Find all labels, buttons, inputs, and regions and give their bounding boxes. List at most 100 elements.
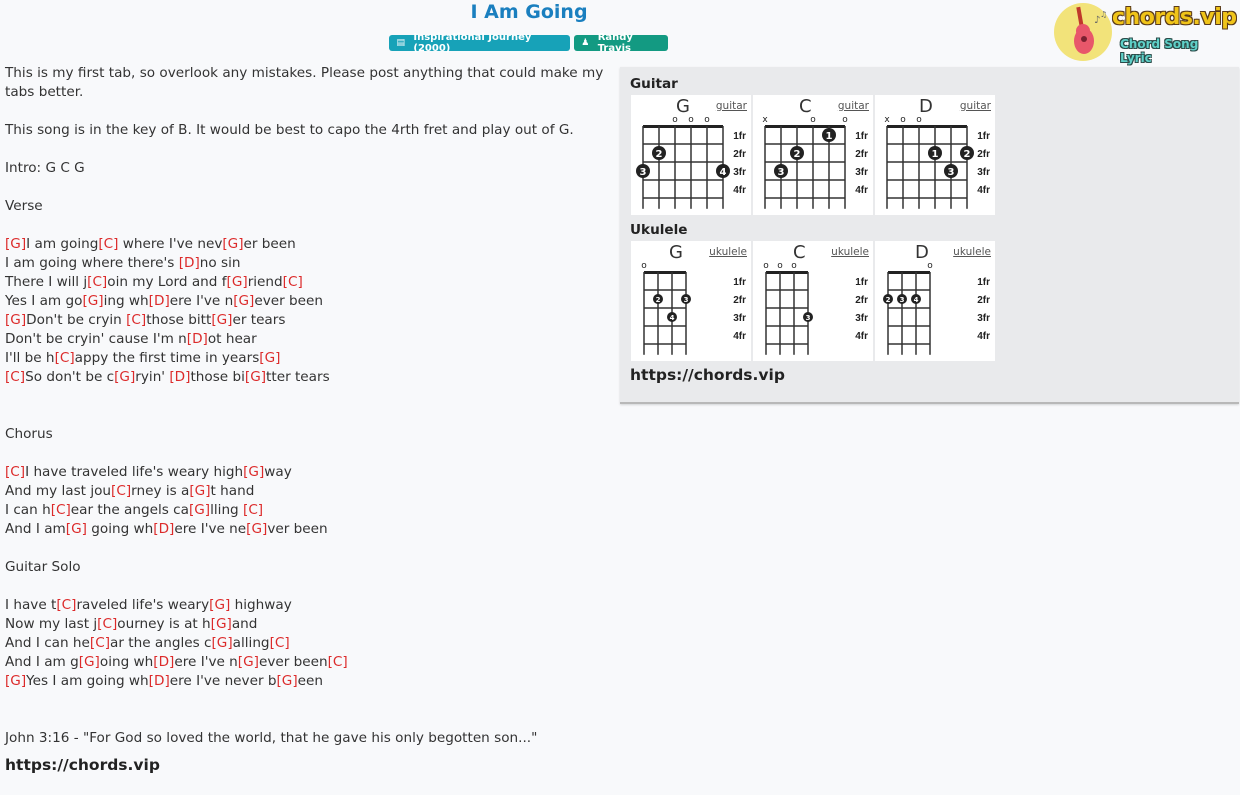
nut	[765, 125, 845, 128]
chord-marker[interactable]: [G]	[277, 673, 298, 689]
chord-marker[interactable]: [D]	[179, 255, 200, 271]
lyric-text: er tears	[232, 312, 286, 328]
ukulele-link[interactable]: ukulele	[709, 246, 747, 258]
chord-diagram: o o o23 41fr2fr3fr4fr	[636, 115, 746, 209]
lyric-line: And I am[G] going wh[D]ere I've ne[G]ver…	[5, 520, 605, 539]
chord-marker[interactable]: [G]	[82, 293, 103, 309]
open-string-marker: o	[842, 115, 848, 125]
chord-marker[interactable]: [G]	[233, 293, 254, 309]
chord-marker[interactable]: [G]	[243, 464, 264, 480]
fret-label: 1fr	[977, 131, 990, 142]
chord-marker[interactable]: [G]	[212, 635, 233, 651]
chord-marker[interactable]: [C]	[55, 350, 75, 366]
guitar-chord-card[interactable]: x o o 1 2 3 1fr 2fr 3fr 4fr Dguitar	[875, 95, 995, 215]
guitar-chord-card[interactable]: o o o 2 3 4 1fr 2fr 3fr 4fr Gguitar	[631, 95, 751, 215]
chord-marker[interactable]: [C]	[87, 274, 107, 290]
chord-marker[interactable]: [G]	[211, 616, 232, 632]
fret-label: 3fr	[733, 313, 746, 324]
chord-marker[interactable]: [G]	[245, 369, 266, 385]
lyric-line: [G]Yes I am going wh[D]ere I've never b[…	[5, 672, 605, 691]
chord-marker[interactable]: [C]	[111, 483, 131, 499]
chord-marker[interactable]: [C]	[283, 274, 303, 290]
lyrics-body: This is my first tab, so overlook any mi…	[5, 64, 605, 775]
ukulele-chord-card[interactable]: o o o 3 1fr 2fr 3fr 4fr Cukulele	[753, 241, 873, 361]
logo-circle: ♪ ♫	[1054, 3, 1112, 61]
ukulele-link[interactable]: ukulele	[953, 246, 991, 258]
lyric-text: ar the angles c	[110, 635, 212, 651]
fret-label: 1fr	[855, 131, 868, 142]
finger-number: 4	[720, 167, 727, 178]
chord-marker[interactable]: [C]	[270, 635, 290, 651]
fret-label: 1fr	[733, 277, 746, 288]
chord-marker[interactable]: [C]	[243, 502, 263, 518]
chord-marker[interactable]: [D]	[153, 521, 174, 537]
chord-diagrams-panel: Guitar o o o 2 3 4 1fr 2fr 3fr 4fr Gguitar x o o 1 2 3 1f…	[620, 67, 1239, 404]
ukulele-chord-card[interactable]: o 2 3 4 1fr 2fr 3fr 4fr Gukulele	[631, 241, 751, 361]
chord-marker[interactable]: [C]	[126, 312, 146, 328]
book-icon: ▤	[396, 38, 405, 48]
chord-marker[interactable]: [G]	[5, 673, 26, 689]
song-title: I Am Going	[470, 1, 588, 23]
chord-marker[interactable]: [D]	[169, 369, 190, 385]
chord-marker[interactable]: [D]	[187, 331, 208, 347]
chord-marker[interactable]: [G]	[5, 236, 26, 252]
album-badge[interactable]: ▤ Inspirational Journey (2000)	[389, 32, 570, 54]
lyric-text: There I will j	[5, 274, 88, 290]
fret-label: 3fr	[855, 313, 868, 324]
logo-tagline: Chord Song Lyric	[1120, 37, 1199, 65]
chord-marker[interactable]: [G]	[114, 369, 135, 385]
chord-marker[interactable]: [C]	[51, 502, 71, 518]
site-logo[interactable]: ♪ ♫ chords.vip Chord Song Lyric	[1054, 3, 1237, 65]
ukulele-link[interactable]: ukulele	[831, 246, 869, 258]
chord-marker[interactable]: [G]	[222, 236, 243, 252]
chord-marker[interactable]: [C]	[5, 464, 25, 480]
chord-marker[interactable]: [G]	[211, 312, 232, 328]
guitar-link[interactable]: guitar	[960, 100, 991, 112]
nut	[644, 271, 686, 274]
panel-url[interactable]: https://chords.vip	[630, 366, 785, 384]
chord-marker[interactable]: [D]	[153, 654, 174, 670]
chord-marker[interactable]: [G]	[238, 654, 259, 670]
finger-number: 2	[964, 149, 971, 160]
chord-marker[interactable]: [G]	[259, 350, 280, 366]
lyric-text: Chorus	[5, 426, 53, 442]
guitar-link[interactable]: guitar	[716, 100, 747, 112]
lyric-line: Yes I am go[G]ing wh[D]ere I've n[G]ever…	[5, 292, 605, 311]
lyric-text: riend	[247, 274, 283, 290]
finger-number: 3	[640, 167, 647, 178]
chord-marker[interactable]: [C]	[90, 635, 110, 651]
guitar-chord-card[interactable]: x o o 1 2 3 1fr 2fr 3fr 4fr Cguitar	[753, 95, 873, 215]
chord-marker[interactable]: [G]	[189, 502, 210, 518]
lyric-line: Guitar Solo	[5, 558, 605, 577]
ukulele-chord-card[interactable]: o 2 3 4 1fr 2fr 3fr 4fr Dukulele	[875, 241, 995, 361]
chord-marker[interactable]: [G]	[66, 521, 87, 537]
chord-marker[interactable]: [D]	[149, 673, 170, 689]
guitar-link[interactable]: guitar	[838, 100, 869, 112]
chord-marker[interactable]: [D]	[149, 293, 170, 309]
lyric-line: I am going where there's [D]no sin	[5, 254, 605, 273]
lyric-line: Intro: G C G	[5, 159, 605, 178]
chord-marker[interactable]: [G]	[246, 521, 267, 537]
lyric-text: er been	[243, 236, 296, 252]
lyric-text: ing wh	[103, 293, 149, 309]
lyric-text: ourney is at h	[117, 616, 211, 632]
ukulele-heading: Ukulele	[630, 222, 688, 238]
lyric-line: Verse	[5, 197, 605, 216]
chord-marker[interactable]: [G]	[79, 654, 100, 670]
chord-marker[interactable]: [G]	[189, 483, 210, 499]
artist-badge[interactable]: ♟ Randy Travis	[574, 32, 668, 54]
chord-marker[interactable]: [C]	[328, 654, 348, 670]
chord-marker[interactable]: [G]	[5, 312, 26, 328]
chord-name: C	[799, 96, 812, 117]
finger-number: 2	[656, 149, 663, 160]
finger-number: 4	[670, 314, 675, 322]
footer-url[interactable]: https://chords.vip	[5, 756, 605, 775]
lyric-text: oing wh	[99, 654, 154, 670]
chord-marker[interactable]: [G]	[209, 597, 230, 613]
chord-marker[interactable]: [C]	[97, 616, 117, 632]
chord-marker[interactable]: [C]	[56, 597, 76, 613]
chord-marker[interactable]: [C]	[98, 236, 118, 252]
chord-marker[interactable]: [C]	[5, 369, 25, 385]
chord-marker[interactable]: [G]	[227, 274, 248, 290]
